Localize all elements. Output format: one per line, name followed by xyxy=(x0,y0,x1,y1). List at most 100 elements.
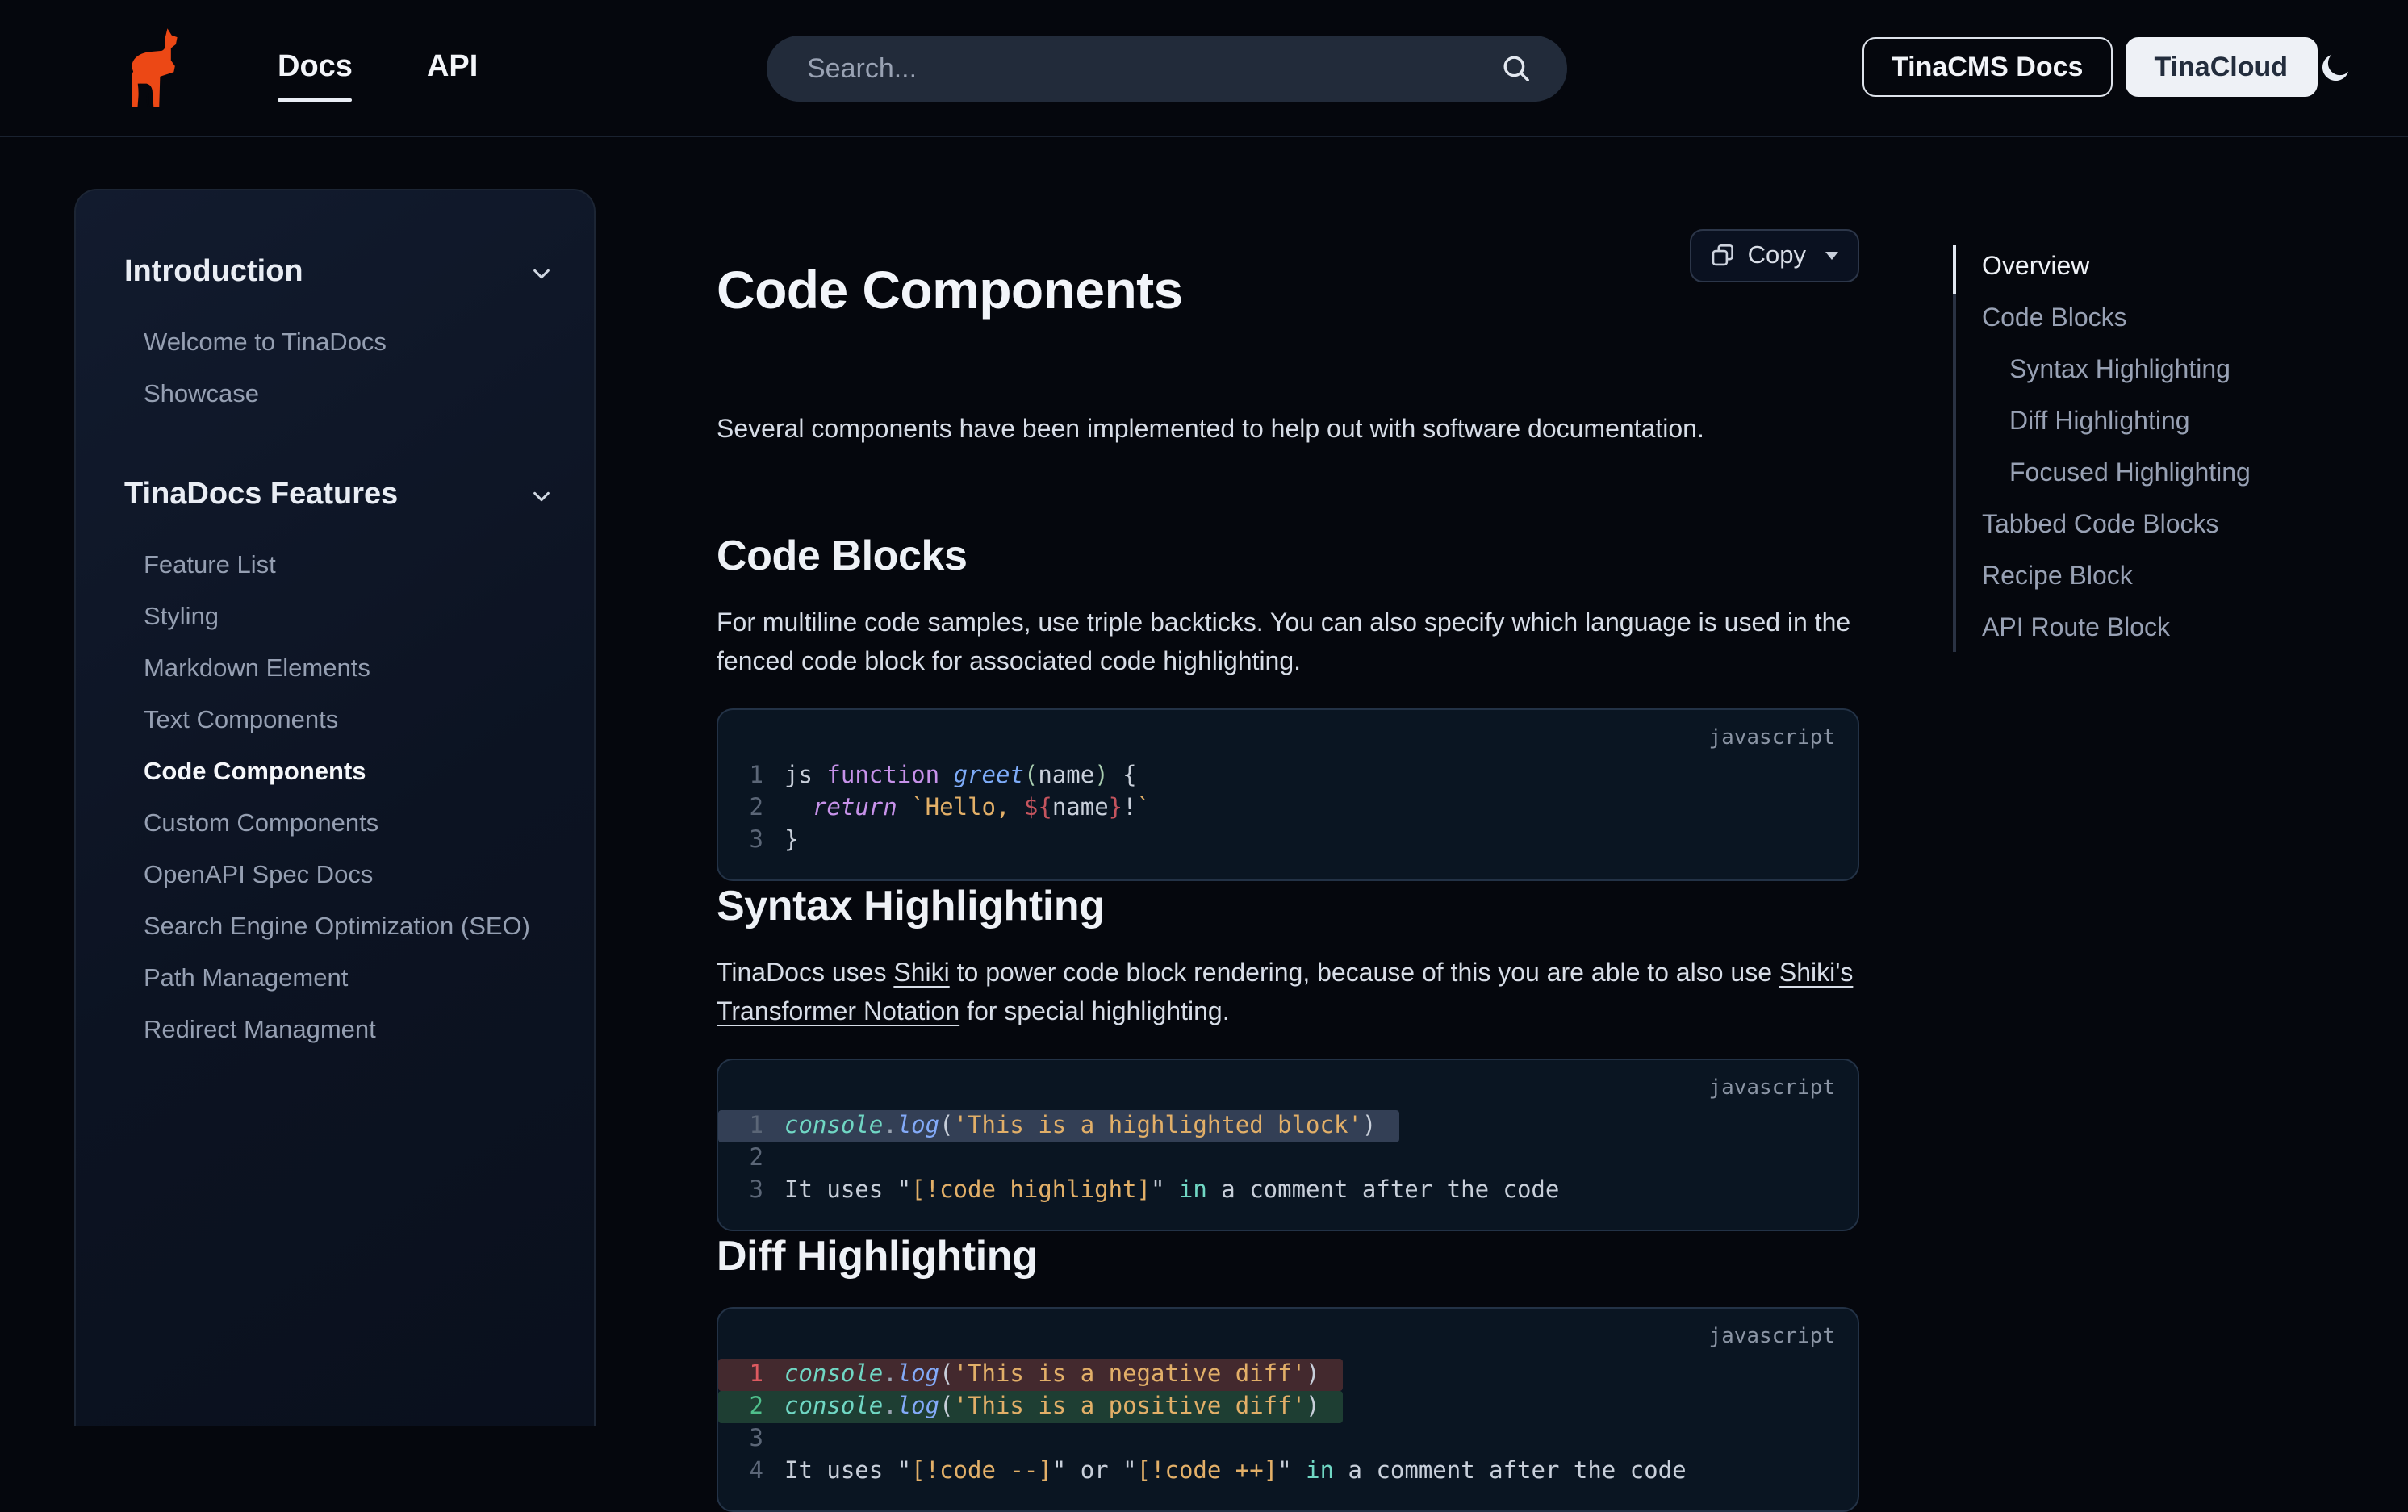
code-lang-label: javascript xyxy=(718,723,1858,760)
toc-item-api-route-block[interactable]: API Route Block xyxy=(1982,604,2372,655)
copy-button-label: Copy xyxy=(1748,241,1806,270)
toc-item-code-blocks[interactable]: Code Blocks xyxy=(1982,294,2372,345)
title-row: Code Components Copy xyxy=(717,223,1859,358)
search-bar[interactable] xyxy=(767,36,1567,102)
main-content: Code Components Copy Several components … xyxy=(717,223,1859,1512)
sidebar-item-text-components[interactable]: Text Components xyxy=(124,694,552,746)
code-line: 3 xyxy=(718,1423,1858,1456)
section-paragraph: For multiline code samples, use triple b… xyxy=(717,605,1859,683)
code-block-syntax-highlighting: javascript1 console.log('This is a highli… xyxy=(717,1059,1859,1231)
code-line: 3} xyxy=(718,825,1858,857)
code-block-diff-highlighting: javascript1 console.log('This is a negati… xyxy=(717,1307,1859,1512)
chevron-down-icon[interactable] xyxy=(531,485,552,506)
section-syntax-highlighting: Syntax Highlighting TinaDocs uses Shiki t… xyxy=(717,881,1859,1231)
code-text: console.log('This is a positive diff') xyxy=(784,1391,1320,1423)
sidebar-section-title: Introduction xyxy=(124,255,303,290)
code-text: js function greet(name) { xyxy=(784,760,1137,792)
nav-link-docs[interactable]: Docs xyxy=(278,40,353,95)
copy-button[interactable]: Copy xyxy=(1690,229,1859,282)
sidebar-item-path-management[interactable]: Path Management xyxy=(124,952,552,1004)
nav-link-api[interactable]: API xyxy=(427,40,478,95)
toc-item-diff-highlighting[interactable]: Diff Highlighting xyxy=(1982,397,2372,449)
toc-item-overview[interactable]: Overview xyxy=(1982,242,2372,294)
page-title: Code Components xyxy=(717,258,1183,323)
page: Docs API TinaCMS DocsTinaCloud Introducti… xyxy=(0,0,2408,1426)
table-of-contents: OverviewCode BlocksSyntax HighlightingDi… xyxy=(1953,242,2372,655)
sidebar-item-welcome-to-tinadocs[interactable]: Welcome to TinaDocs xyxy=(124,316,552,368)
code-block-code-blocks: javascript1 js function greet(name) {2 re… xyxy=(717,708,1859,881)
sidebar-section-header-introduction[interactable]: Introduction xyxy=(124,255,552,290)
line-number: 4 xyxy=(731,1456,763,1488)
code-lang-label: javascript xyxy=(718,1073,1858,1110)
link-shiki[interactable]: Shiki xyxy=(893,960,949,988)
chevron-down-icon[interactable] xyxy=(531,262,552,283)
toc-item-focused-highlighting[interactable]: Focused Highlighting xyxy=(1982,449,2372,500)
sidebar-items: Welcome to TinaDocsShowcase xyxy=(124,316,552,420)
code-line: 3 It uses "[!code highlight]" in a commen… xyxy=(718,1175,1858,1207)
link-shiki-s-transformer-notation[interactable]: Shiki's Transformer Notation xyxy=(717,960,1853,1026)
line-number: 1 xyxy=(731,1110,763,1142)
sidebar-item-feature-list[interactable]: Feature List xyxy=(124,539,552,591)
nav-buttons: TinaCMS DocsTinaCloud xyxy=(1862,37,2317,97)
code-line: 2 return `Hello, ${name}!` xyxy=(718,792,1858,825)
search-icon[interactable] xyxy=(1501,53,1532,84)
sidebar-item-search-engine-optimization-seo[interactable]: Search Engine Optimization (SEO) xyxy=(124,900,552,952)
copy-icon xyxy=(1711,244,1735,268)
dark-mode-toggle[interactable] xyxy=(2318,50,2353,86)
sidebar-item-custom-components[interactable]: Custom Components xyxy=(124,797,552,849)
doc-sections: Code Blocks For multiline code samples, u… xyxy=(717,531,1859,1512)
section-heading-diff-highlighting: Diff Highlighting xyxy=(717,1231,1859,1281)
line-number: 3 xyxy=(731,1423,763,1456)
sidebar-section-header-tinadocs-features[interactable]: TinaDocs Features xyxy=(124,478,552,513)
sidebar-item-styling[interactable]: Styling xyxy=(124,591,552,642)
code-text: console.log('This is a negative diff') xyxy=(784,1359,1320,1391)
sidebar-item-openapi-spec-docs[interactable]: OpenAPI Spec Docs xyxy=(124,849,552,900)
code-line: 1 console.log('This is a highlighted bloc… xyxy=(718,1110,1398,1142)
sidebar-item-showcase[interactable]: Showcase xyxy=(124,368,552,420)
tinacms-docs-button[interactable]: TinaCMS Docs xyxy=(1862,37,2112,97)
section-paragraph: TinaDocs uses Shiki to power code block … xyxy=(717,955,1859,1033)
toc-item-tabbed-code-blocks[interactable]: Tabbed Code Blocks xyxy=(1982,500,2372,552)
line-number: 3 xyxy=(731,825,763,857)
code-line: 1 js function greet(name) { xyxy=(718,760,1858,792)
section-heading-syntax-highlighting: Syntax Highlighting xyxy=(717,881,1859,931)
section-code-blocks: Code Blocks For multiline code samples, u… xyxy=(717,531,1859,881)
search-input[interactable] xyxy=(767,52,1501,85)
tinacloud-button[interactable]: TinaCloud xyxy=(2125,37,2317,97)
line-number: 2 xyxy=(731,1391,763,1423)
line-number: 1 xyxy=(731,1359,763,1391)
toc-items: OverviewCode BlocksSyntax HighlightingDi… xyxy=(1982,242,2372,655)
section-heading-code-blocks: Code Blocks xyxy=(717,531,1859,581)
toc-rail xyxy=(1953,245,1956,652)
code-lang-label: javascript xyxy=(718,1322,1858,1359)
code-line: 2 console.log('This is a positive diff') xyxy=(718,1391,1343,1423)
toc-item-syntax-highlighting[interactable]: Syntax Highlighting xyxy=(1982,345,2372,397)
sidebar-section-tinadocs-features: TinaDocs Features Feature ListStylingMark… xyxy=(124,478,552,1055)
line-number: 3 xyxy=(731,1175,763,1207)
code-text: } xyxy=(784,825,798,857)
sidebar-item-markdown-elements[interactable]: Markdown Elements xyxy=(124,642,552,694)
sidebar: Introduction Welcome to TinaDocsShowcase T… xyxy=(74,189,596,1426)
section-diff-highlighting: Diff Highlighting javascript1 console.log(… xyxy=(717,1231,1859,1512)
toc-rail-active-indicator xyxy=(1953,245,1956,294)
code-text: console.log('This is a highlighted block… xyxy=(784,1110,1376,1142)
sidebar-section-introduction: Introduction Welcome to TinaDocsShowcase xyxy=(124,255,552,420)
code-line: 4 It uses "[!code --]" or "[!code ++]" in… xyxy=(718,1456,1858,1488)
sidebar-item-code-components[interactable]: Code Components xyxy=(124,746,552,797)
line-number: 2 xyxy=(731,792,763,825)
sidebar-item-redirect-managment[interactable]: Redirect Managment xyxy=(124,1004,552,1055)
intro-paragraph: Several components have been implemented… xyxy=(717,411,1859,450)
sidebar-items: Feature ListStylingMarkdown ElementsText… xyxy=(124,539,552,1055)
line-number: 1 xyxy=(731,760,763,792)
copy-dropdown-caret-icon[interactable] xyxy=(1825,252,1838,260)
code-line: 1 console.log('This is a negative diff') xyxy=(718,1359,1343,1391)
toc-item-recipe-block[interactable]: Recipe Block xyxy=(1982,552,2372,604)
nav-links: Docs API xyxy=(278,0,478,136)
tina-llama-logo-icon[interactable] xyxy=(123,27,190,108)
code-line: 2 xyxy=(718,1142,1858,1175)
line-number: 2 xyxy=(731,1142,763,1175)
sidebar-section-title: TinaDocs Features xyxy=(124,478,398,513)
code-text: It uses "[!code highlight]" in a comment… xyxy=(784,1175,1559,1207)
navbar: Docs API TinaCMS DocsTinaCloud xyxy=(0,0,2408,137)
code-text: It uses "[!code --]" or "[!code ++]" in … xyxy=(784,1456,1687,1488)
